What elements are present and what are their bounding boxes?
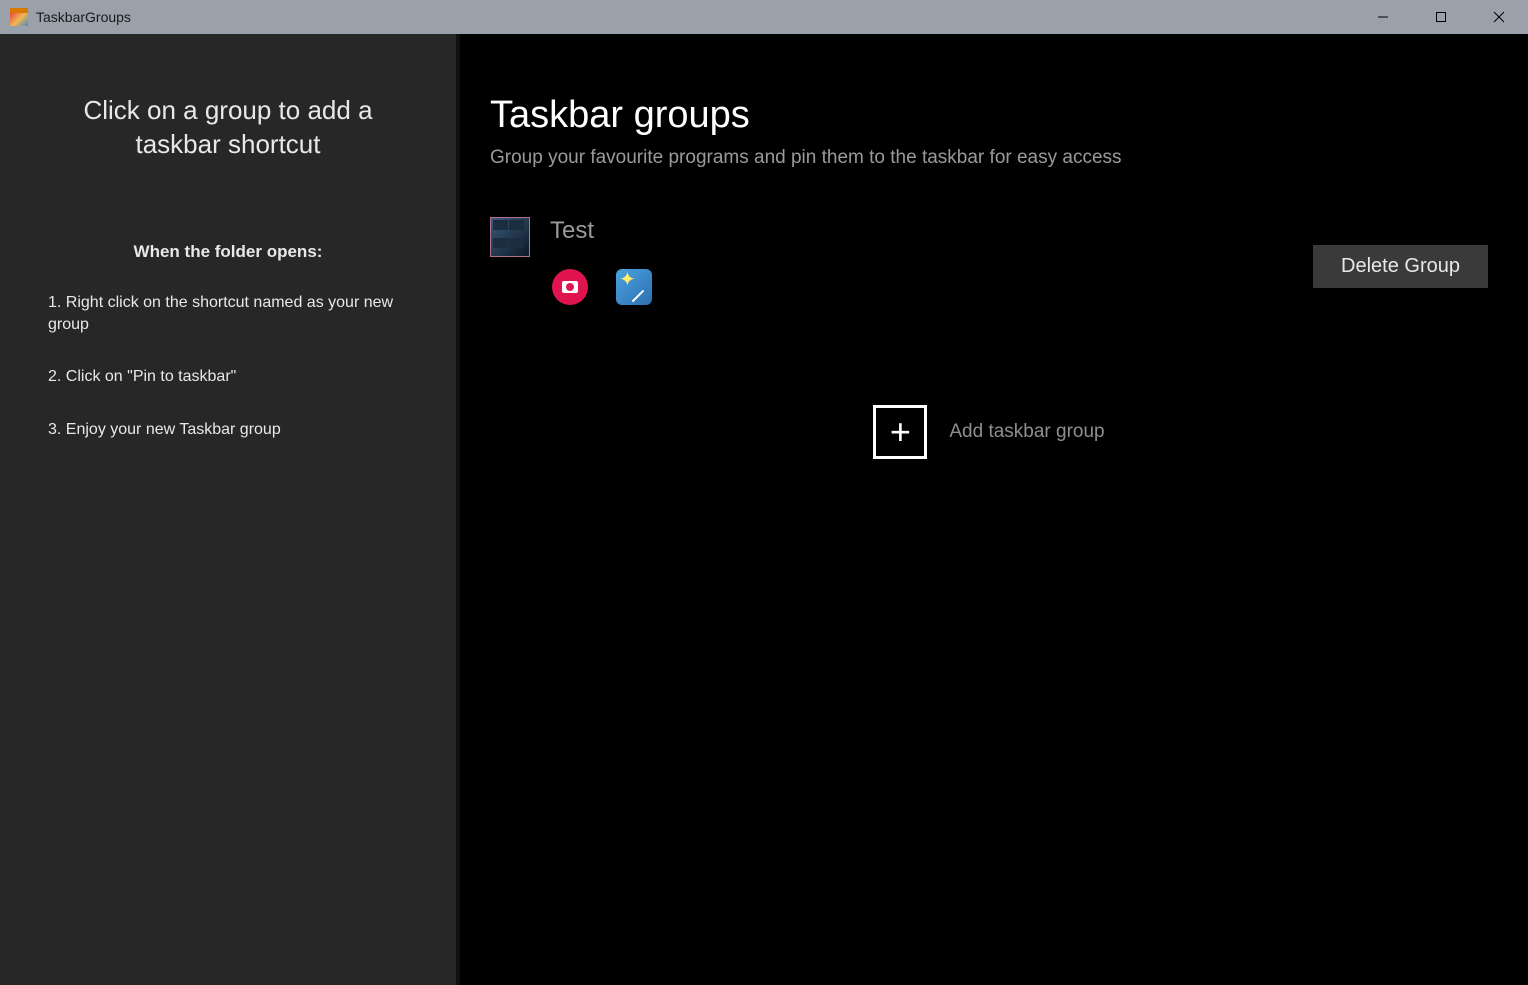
maximize-button[interactable] (1412, 0, 1470, 34)
group-thumbnail (490, 217, 530, 257)
titlebar[interactable]: TaskbarGroups (0, 0, 1528, 34)
main-panel: Taskbar groups Group your favourite prog… (460, 34, 1528, 985)
sidebar: Click on a group to add a taskbar shortc… (0, 34, 460, 985)
delete-group-button[interactable]: Delete Group (1313, 245, 1488, 288)
step-3: 3. Enjoy your new Taskbar group (48, 419, 408, 441)
page-subtitle: Group your favourite programs and pin th… (490, 147, 1488, 169)
add-group-row[interactable]: + Add taskbar group (490, 405, 1488, 459)
page-title: Taskbar groups (490, 94, 1488, 137)
add-group-label: Add taskbar group (949, 421, 1104, 443)
window-controls (1354, 0, 1528, 34)
sidebar-heading: Click on a group to add a taskbar shortc… (48, 94, 408, 162)
group-name: Test (550, 217, 594, 245)
sidebar-steps: 1. Right click on the shortcut named as … (48, 292, 408, 442)
sidebar-subheading: When the folder opens: (48, 242, 408, 262)
minimize-icon (1377, 11, 1389, 23)
close-button[interactable] (1470, 0, 1528, 34)
maximize-icon (1435, 11, 1447, 23)
step-2: 2. Click on "Pin to taskbar" (48, 366, 408, 388)
close-icon (1493, 11, 1505, 23)
plus-icon: + (873, 405, 927, 459)
sparkle-icon[interactable] (616, 269, 652, 305)
camera-icon[interactable] (552, 269, 588, 305)
group-row[interactable]: Test Delete Group (490, 217, 1488, 257)
step-1: 1. Right click on the shortcut named as … (48, 292, 408, 337)
minimize-button[interactable] (1354, 0, 1412, 34)
window-title: TaskbarGroups (36, 9, 131, 25)
app-icon (10, 8, 28, 26)
